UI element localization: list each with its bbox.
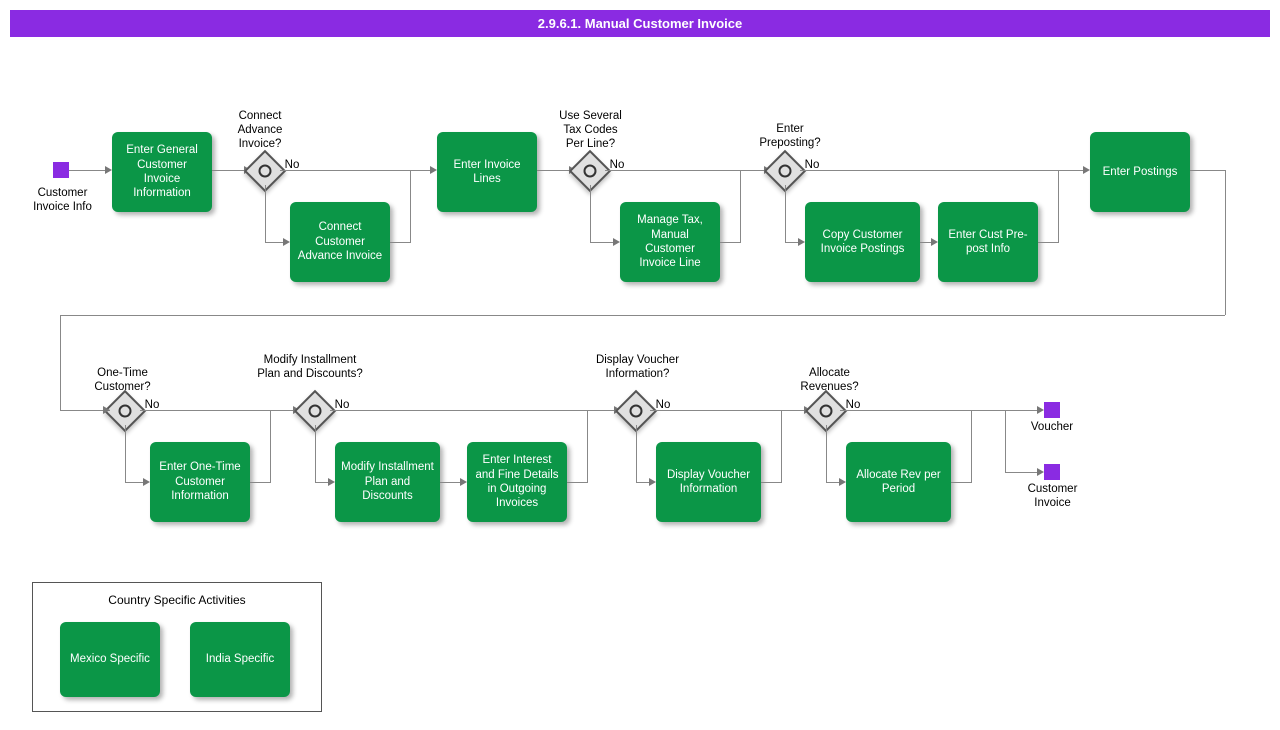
activity-enter-prepost-info: Enter Cust Pre-post Info: [938, 202, 1038, 282]
group-title: Country Specific Activities: [33, 583, 321, 607]
gateway-allocate-rev-label: Allocate Revenues?: [792, 367, 867, 395]
activity-modify-installment: Modify Installment Plan and Discounts: [335, 442, 440, 522]
activity-copy-postings: Copy Customer Invoice Postings: [805, 202, 920, 282]
gateway-tax-codes-label: Use Several Tax Codes Per Line?: [553, 110, 628, 151]
activity-manage-tax: Manage Tax, Manual Customer Invoice Line: [620, 202, 720, 282]
gateway-connect-advance-label: Connect Advance Invoice?: [225, 110, 295, 151]
page-title: 2.9.6.1. Manual Customer Invoice: [10, 10, 1270, 37]
activity-india-specific: India Specific: [190, 622, 290, 697]
activity-connect-advance-invoice: Connect Customer Advance Invoice: [290, 202, 390, 282]
activity-mexico-specific: Mexico Specific: [60, 622, 160, 697]
gateway-display-voucher-label: Display Voucher Information?: [595, 354, 680, 382]
start-event-label: Customer Invoice Info: [25, 187, 100, 215]
end-event-customer-invoice-label: Customer Invoice: [1020, 483, 1085, 511]
activity-enter-general-invoice-info: Enter General Customer Invoice Informati…: [112, 132, 212, 212]
gateway-preposting-label: Enter Preposting?: [750, 123, 830, 151]
activity-allocate-rev: Allocate Rev per Period: [846, 442, 951, 522]
activity-enter-invoice-lines: Enter Invoice Lines: [437, 132, 537, 212]
activity-enter-interest-fine: Enter Interest and Fine Details in Outgo…: [467, 442, 567, 522]
activity-enter-postings: Enter Postings: [1090, 132, 1190, 212]
end-event-voucher: [1044, 402, 1060, 418]
end-event-voucher-label: Voucher: [1022, 421, 1082, 435]
activity-display-voucher: Display Voucher Information: [656, 442, 761, 522]
start-event: [53, 162, 69, 178]
end-event-customer-invoice: [1044, 464, 1060, 480]
bpmn-canvas: Customer Invoice Info Enter General Cust…: [0, 37, 1280, 697]
activity-enter-onetime-customer: Enter One-Time Customer Information: [150, 442, 250, 522]
gateway-modify-installment-label: Modify Installment Plan and Discounts?: [255, 354, 365, 382]
